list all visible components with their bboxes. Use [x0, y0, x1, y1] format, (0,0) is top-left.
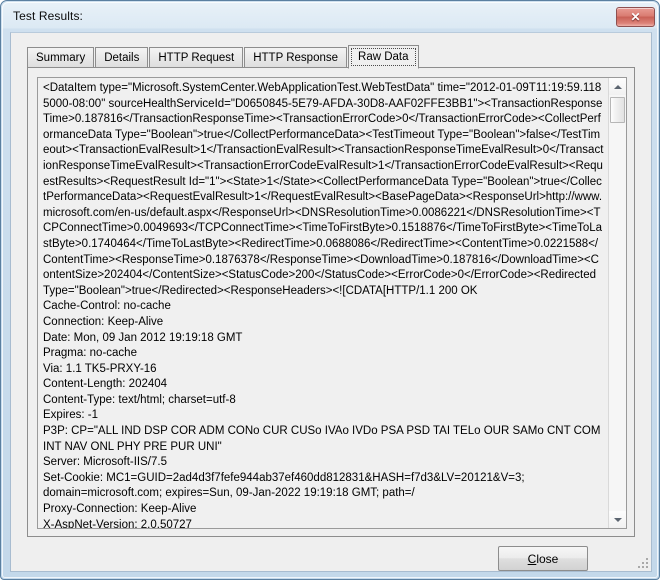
- tab-page-raw-data: <DataItem type="Microsoft.SystemCenter.W…: [27, 67, 635, 537]
- header-line: Server: Microsoft-IIS/7.5: [43, 456, 167, 469]
- close-button-accel: C: [527, 551, 537, 566]
- tab-label: Raw Data: [358, 51, 409, 63]
- header-line: P3P: CP="ALL IND DSP COR ADM CONo CUR CU…: [43, 425, 604, 453]
- arrow-down-icon: [613, 517, 622, 522]
- header-line: Pragma: no-cache: [43, 347, 137, 360]
- window-close-button[interactable]: ✕: [616, 7, 655, 27]
- tab-label: HTTP Request: [158, 51, 235, 64]
- tab-http-request[interactable]: HTTP Request: [149, 47, 244, 68]
- scroll-down-button[interactable]: [609, 511, 626, 528]
- tab-label: HTTP Response: [253, 51, 339, 64]
- scroll-up-button[interactable]: [609, 78, 626, 95]
- window-title: Test Results:: [13, 9, 83, 23]
- tab-strip: Summary Details HTTP Request HTTP Respon…: [27, 45, 420, 69]
- close-icon: ✕: [630, 10, 641, 24]
- scrollbar-thumb[interactable]: [610, 97, 625, 123]
- header-line: X-AspNet-Version: 2.0.50727: [43, 518, 192, 528]
- header-line: Expires: -1: [43, 409, 98, 422]
- tab-http-response[interactable]: HTTP Response: [244, 47, 348, 68]
- header-line: Via: 1.1 TK5-PRXY-16: [43, 362, 157, 375]
- title-bar: Test Results: ✕: [2, 2, 660, 32]
- close-button[interactable]: Close: [498, 546, 588, 571]
- tab-label: Details: [104, 51, 140, 64]
- close-button-label: lose: [536, 551, 559, 566]
- vertical-scrollbar[interactable]: [608, 78, 626, 528]
- dialog-window: Test Results: ✕ Summary Details HTTP Req…: [0, 0, 660, 580]
- tab-summary[interactable]: Summary: [27, 47, 95, 68]
- raw-xml-block: <DataItem type="Microsoft.SystemCenter.W…: [43, 82, 604, 297]
- raw-data-content: <DataItem type="Microsoft.SystemCenter.W…: [38, 78, 608, 528]
- tab-label: Summary: [36, 51, 86, 64]
- tab-details[interactable]: Details: [95, 47, 149, 68]
- raw-data-textbox[interactable]: <DataItem type="Microsoft.SystemCenter.W…: [37, 77, 627, 529]
- tab-raw-data[interactable]: Raw Data: [348, 45, 419, 69]
- header-line: Content-Length: 202404: [43, 378, 168, 391]
- header-line: Content-Type: text/html; charset=utf-8: [43, 393, 236, 406]
- header-line: Connection: Keep-Alive: [43, 315, 164, 328]
- header-line: Cache-Control: no-cache: [43, 300, 171, 313]
- header-line: Proxy-Connection: Keep-Alive: [43, 503, 197, 516]
- dialog-client-area: Summary Details HTTP Request HTTP Respon…: [10, 32, 652, 572]
- resize-grip[interactable]: [636, 556, 648, 568]
- arrow-up-icon: [613, 84, 622, 89]
- header-line: Set-Cookie: MC1=GUID=2ad4d3f7fefe944ab37…: [43, 471, 528, 500]
- window-frame-inner: Test Results: ✕ Summary Details HTTP Req…: [2, 2, 658, 578]
- header-line: Date: Mon, 09 Jan 2012 19:19:18 GMT: [43, 331, 243, 344]
